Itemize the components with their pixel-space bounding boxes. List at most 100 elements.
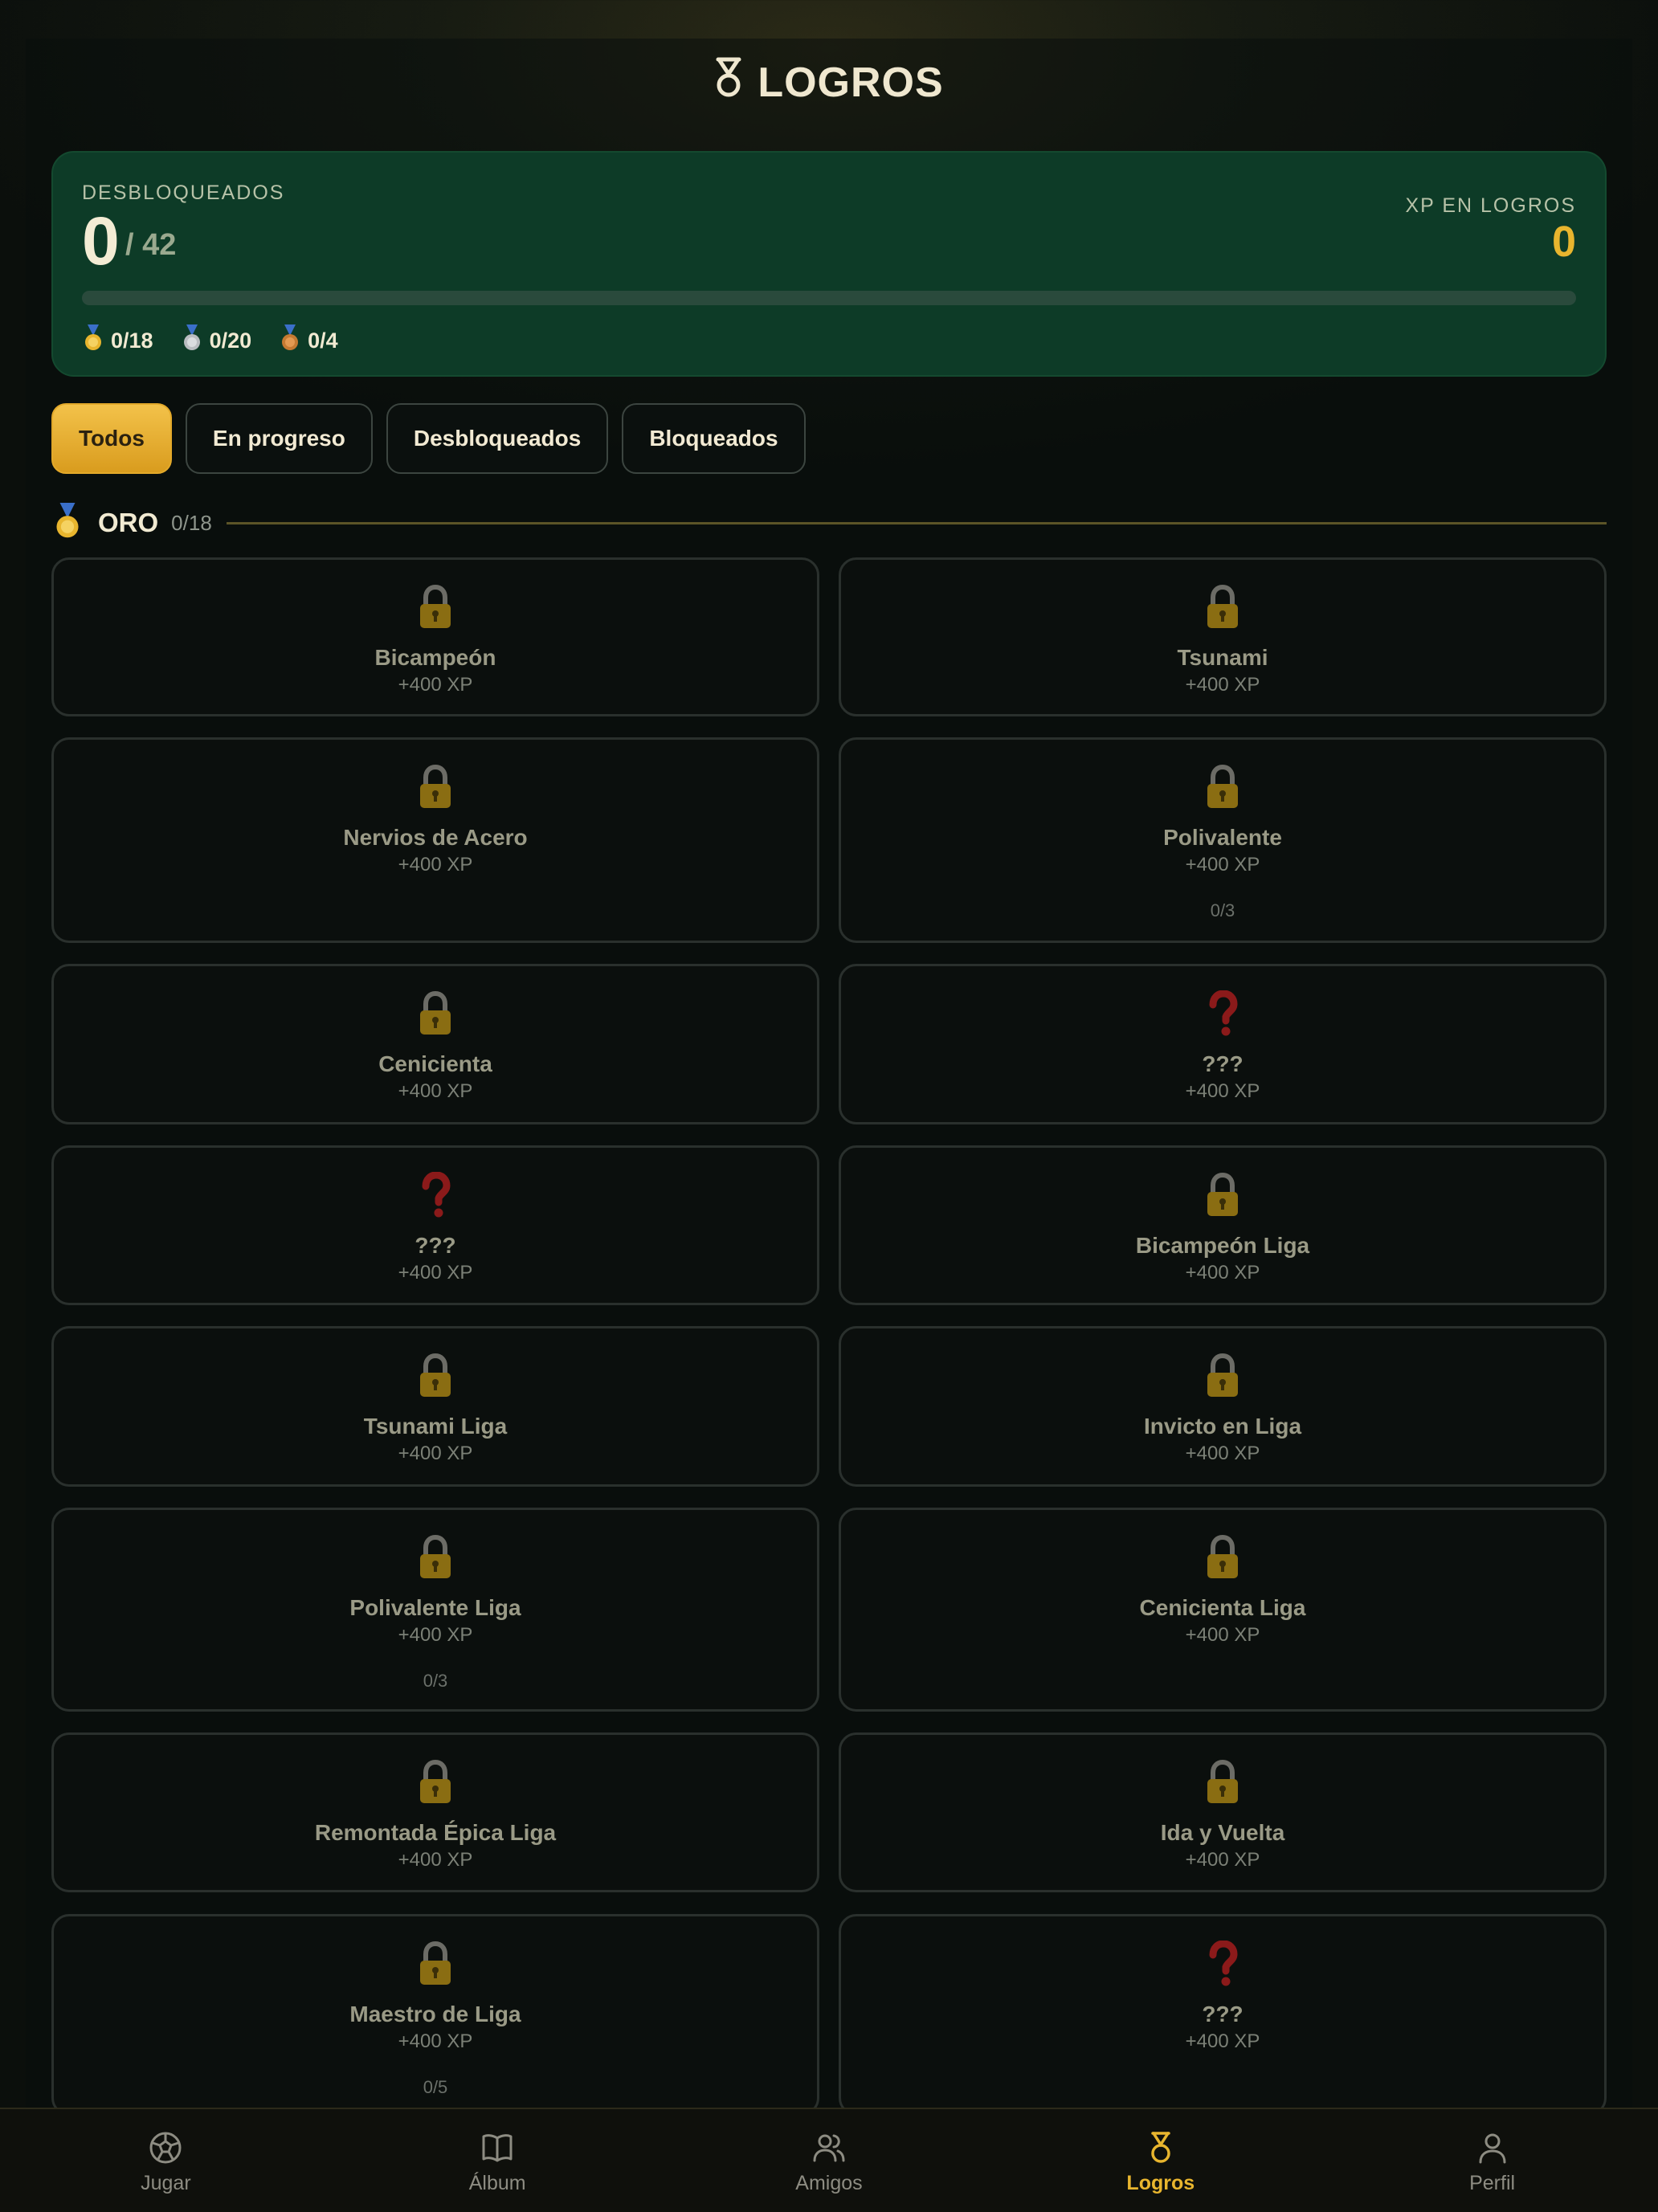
achievement-title: Invicto en Liga xyxy=(1143,1414,1302,1439)
nav-label-album: Álbum xyxy=(468,2172,526,2194)
achievement-title: Maestro de Liga xyxy=(349,2002,521,2026)
silver-medal-icon xyxy=(181,324,203,357)
xp-value: 0 xyxy=(1551,218,1576,266)
achievement-xp: +400 XP xyxy=(398,1443,473,1464)
question-icon xyxy=(841,1940,1604,1987)
tier-counts: 0/18 0/20 0/4 xyxy=(82,324,338,357)
lock-icon xyxy=(841,584,1604,631)
unlocked-count: 0 xyxy=(82,203,120,279)
achievement-title: Bicampeón xyxy=(374,645,496,670)
achievement-card[interactable]: Cenicienta +400 XP xyxy=(51,964,819,1124)
achievement-xp: +400 XP xyxy=(1185,1624,1260,1646)
achievement-title: Bicampeón Liga xyxy=(1135,1233,1310,1258)
tier-bronze: 0/4 xyxy=(279,324,338,357)
lock-icon xyxy=(841,764,1604,810)
achievement-card[interactable]: Remontada Épica Liga +400 XP xyxy=(51,1732,819,1892)
unlocked-total: / 42 xyxy=(125,228,177,262)
achievement-card[interactable]: Cenicienta Liga +400 XP xyxy=(839,1508,1607,1712)
achievement-title: ??? xyxy=(414,1233,456,1258)
lock-icon xyxy=(54,1534,817,1581)
achievement-xp: +400 XP xyxy=(398,1262,473,1284)
nav-item-perfil[interactable]: Perfil xyxy=(1326,2109,1658,2212)
gold-medal-icon xyxy=(51,502,84,544)
lock-icon xyxy=(54,764,817,810)
achievement-xp: +400 XP xyxy=(1185,1849,1260,1871)
lock-icon xyxy=(54,1759,817,1806)
tab-bloqueados[interactable]: Bloqueados xyxy=(622,403,806,474)
tier-silver-value: 0/20 xyxy=(209,329,252,353)
nav-item-jugar[interactable]: Jugar xyxy=(0,2109,332,2212)
question-icon xyxy=(841,990,1604,1037)
achievement-xp: +400 XP xyxy=(398,2030,473,2052)
achievement-card[interactable]: Maestro de Liga +400 XP 0/5 xyxy=(51,1914,819,2116)
lock-icon xyxy=(54,1941,817,1987)
achievement-card[interactable]: ??? +400 XP xyxy=(839,964,1607,1124)
achievement-card[interactable]: Invicto en Liga +400 XP xyxy=(839,1326,1607,1487)
tier-bronze-value: 0/4 xyxy=(308,329,338,353)
achievement-card[interactable]: Bicampeón Liga +400 XP xyxy=(839,1145,1607,1305)
medal-icon xyxy=(1151,2132,1170,2163)
achievement-card[interactable]: Tsunami Liga +400 XP xyxy=(51,1326,819,1487)
achievement-xp: +400 XP xyxy=(1185,1262,1260,1284)
tier-gold: 0/18 xyxy=(82,324,153,357)
xp-label: XP EN LOGROS xyxy=(1405,194,1576,217)
page-title-text: LOGROS xyxy=(758,59,944,106)
nav-label-perfil: Perfil xyxy=(1469,2172,1516,2194)
achievement-title: Cenicienta Liga xyxy=(1139,1595,1306,1620)
gold-medal-icon xyxy=(82,324,104,357)
achievement-xp: +400 XP xyxy=(398,854,473,875)
achievement-card[interactable]: Polivalente +400 XP 0/3 xyxy=(839,737,1607,943)
page-title: LOGROS xyxy=(0,56,1658,110)
tab-desbloqueados[interactable]: Desbloqueados xyxy=(386,403,609,474)
bronze-medal-icon xyxy=(279,324,301,357)
achievement-xp: +400 XP xyxy=(1185,674,1260,696)
nav-item-album[interactable]: Álbum xyxy=(332,2109,664,2212)
nav-item-logros[interactable]: Logros xyxy=(994,2109,1326,2212)
section-divider xyxy=(226,521,1607,524)
lock-icon xyxy=(841,1759,1604,1806)
achievement-card[interactable]: ??? +400 XP xyxy=(839,1914,1607,2116)
achievement-progress: 0/3 xyxy=(1210,900,1235,920)
achievement-title: Tsunami Liga xyxy=(363,1414,508,1439)
achievement-card[interactable]: Polivalente Liga +400 XP 0/3 xyxy=(51,1508,819,1712)
achievement-title: Nervios de Acero xyxy=(343,825,528,850)
section-name: ORO xyxy=(98,508,159,537)
achievement-title: ??? xyxy=(1202,1051,1244,1076)
users-icon xyxy=(813,2134,845,2162)
achievement-xp: +400 XP xyxy=(398,1080,473,1102)
achievement-xp: +400 XP xyxy=(1185,1443,1260,1464)
achievement-card[interactable]: ??? +400 XP xyxy=(51,1145,819,1305)
section-header-oro: ORO 0/18 xyxy=(51,502,1607,544)
nav-item-amigos[interactable]: Amigos xyxy=(664,2109,995,2212)
achievement-xp: +400 XP xyxy=(398,1624,473,1646)
achievement-title: Polivalente xyxy=(1163,825,1282,850)
lock-icon xyxy=(54,584,817,631)
achievement-card[interactable]: Tsunami +400 XP xyxy=(839,557,1607,716)
achievement-title: Cenicienta xyxy=(378,1051,492,1076)
achievement-progress: 0/3 xyxy=(423,1671,448,1691)
nav-label-jugar: Jugar xyxy=(141,2172,191,2194)
lock-icon xyxy=(841,1353,1604,1399)
filter-tabs: Todos En progreso Desbloqueados Bloquead… xyxy=(51,403,806,474)
bottom-nav: Jugar Álbum Amigos Logros Perfil xyxy=(0,2108,1658,2212)
tab-todos[interactable]: Todos xyxy=(51,403,172,474)
stats-card: DESBLOQUEADOS 0 / 42 XP EN LOGROS 0 0/18… xyxy=(51,151,1607,377)
achievement-card[interactable]: Bicampeón +400 XP xyxy=(51,557,819,716)
question-icon xyxy=(54,1171,817,1218)
achievement-xp: +400 XP xyxy=(1185,2030,1260,2052)
achievement-title: Remontada Épica Liga xyxy=(314,1820,557,1845)
tier-gold-value: 0/18 xyxy=(111,329,153,353)
achievement-title: Tsunami xyxy=(1177,645,1268,670)
tier-silver: 0/20 xyxy=(181,324,252,357)
nav-label-logros: Logros xyxy=(1126,2172,1195,2194)
user-icon xyxy=(1479,2133,1506,2164)
achievement-progress: 0/5 xyxy=(423,2077,448,2097)
tab-en-progreso[interactable]: En progreso xyxy=(185,403,373,474)
lock-icon xyxy=(54,990,817,1037)
progress-bar xyxy=(82,291,1576,305)
achievement-card[interactable]: Ida y Vuelta +400 XP xyxy=(839,1732,1607,1892)
section-count: 0/18 xyxy=(171,510,212,535)
book-icon xyxy=(482,2134,513,2162)
achievement-card[interactable]: Nervios de Acero +400 XP xyxy=(51,737,819,943)
achievement-xp: +400 XP xyxy=(398,674,473,696)
